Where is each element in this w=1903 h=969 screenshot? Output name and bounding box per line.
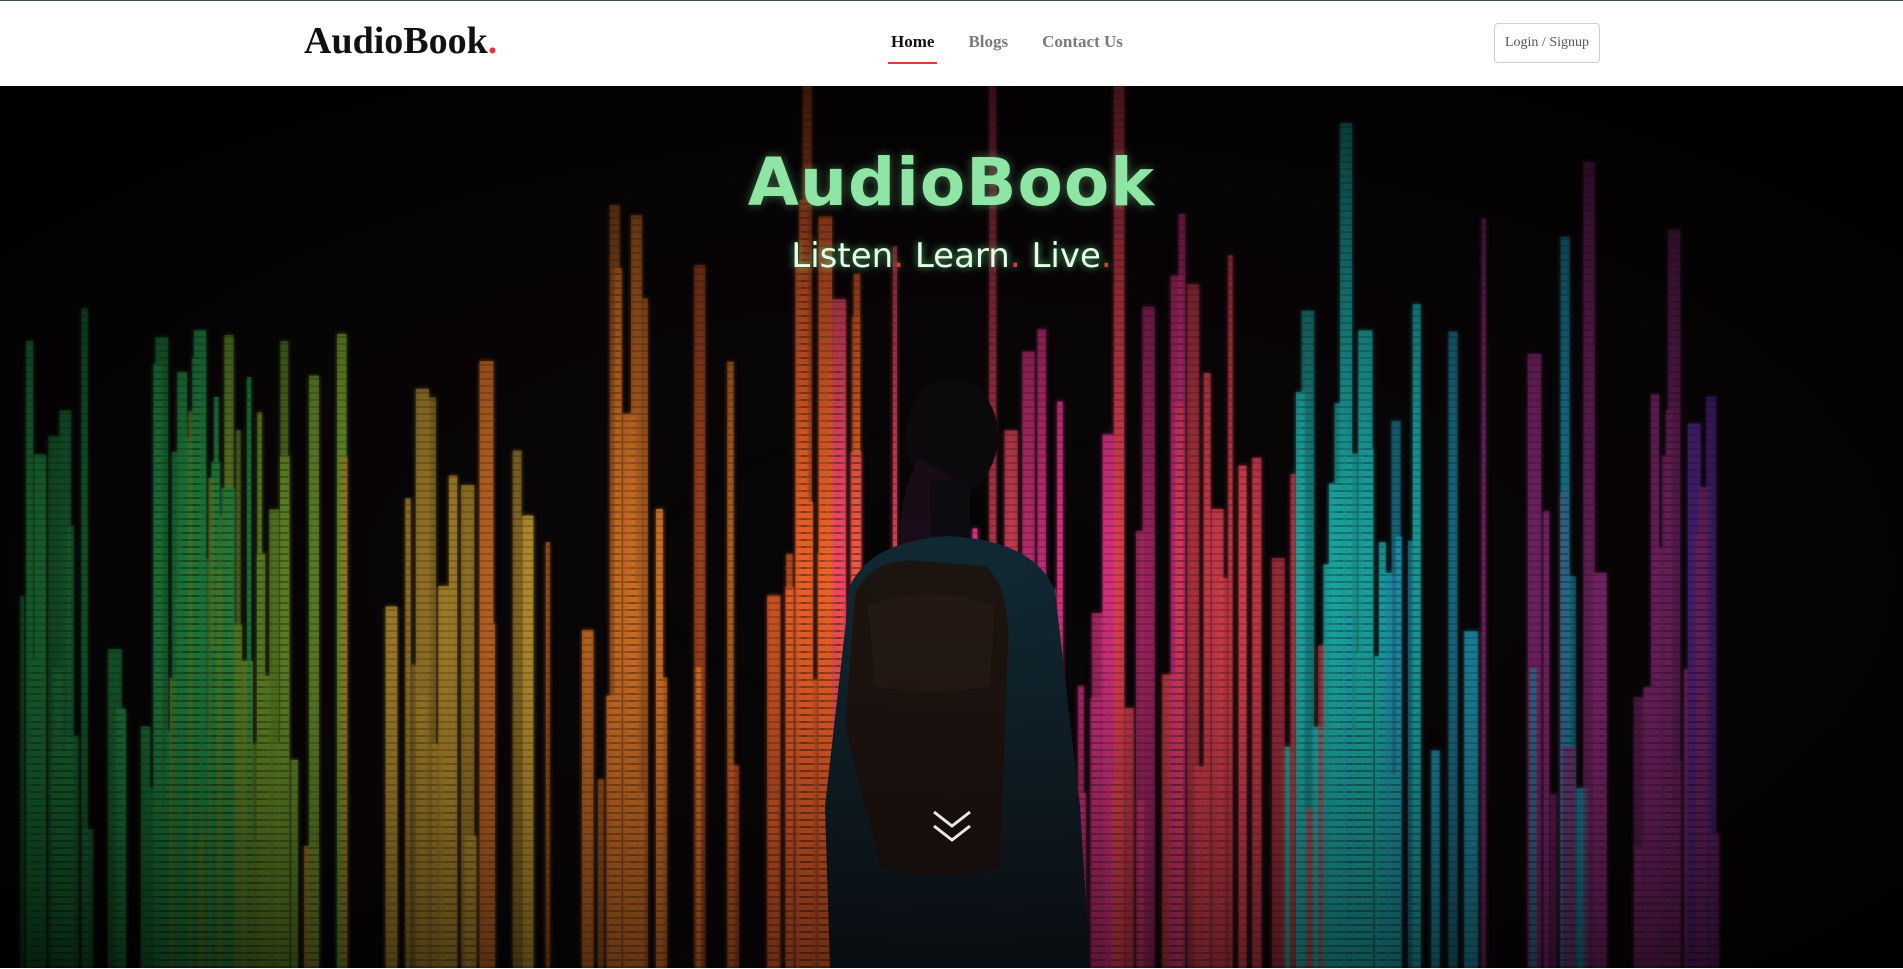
tagline-word-live: Live — [1031, 236, 1101, 276]
main-nav: Home Blogs Contact Us — [887, 32, 1157, 64]
tagline-separator: . — [1100, 236, 1112, 276]
tagline-word-listen: Listen — [791, 236, 894, 276]
hero-title: AudioBook — [747, 144, 1156, 221]
tagline-separator: . — [893, 236, 904, 276]
nav-link-blogs[interactable]: Blogs — [968, 32, 1008, 64]
tagline-separator: . — [1009, 236, 1021, 276]
tagline-word-learn: Learn — [914, 236, 1010, 276]
navbar: AudioBook. Home Blogs Contact Us Login /… — [0, 1, 1903, 85]
double-chevron-down-icon[interactable] — [930, 806, 974, 846]
nav-link-home[interactable]: Home — [887, 32, 938, 64]
brand-dot: . — [487, 20, 498, 62]
brand-name: AudioBook — [304, 20, 488, 62]
brand-logo[interactable]: AudioBook. — [304, 19, 497, 63]
login-signup-button[interactable]: Login / Signup — [1494, 23, 1600, 63]
hero-banner: AudioBook Listen. Learn. Live. — [0, 86, 1903, 968]
hero-tagline: Listen. Learn. Live. — [0, 236, 1903, 276]
nav-link-contact-us[interactable]: Contact Us — [1042, 32, 1123, 64]
